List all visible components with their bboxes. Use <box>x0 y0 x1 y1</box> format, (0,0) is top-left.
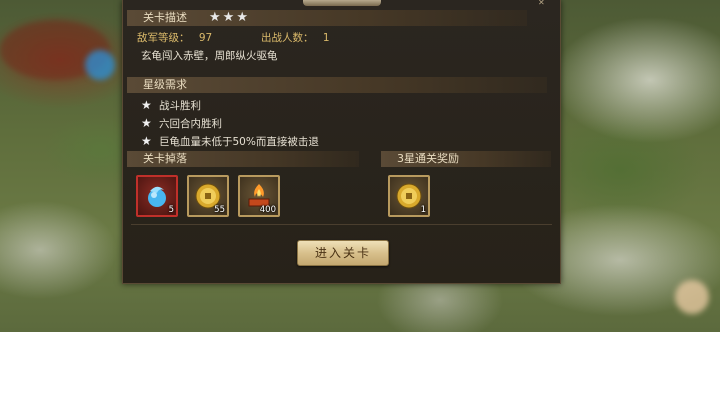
star-icon: ★ <box>209 10 221 25</box>
close-icon[interactable]: ✕ <box>538 0 552 7</box>
star-requirements-header: 星级需求 <box>127 77 547 93</box>
requirement-item: ★ 战斗胜利 <box>141 97 201 113</box>
battle-count-value: 1 <box>322 32 330 44</box>
gold-coin-icon <box>396 183 422 209</box>
enemy-level-value: 97 <box>198 32 213 44</box>
enemy-level-label: 敌军等级： <box>137 32 190 44</box>
stage-star-rating: ★ ★ ★ <box>209 11 248 25</box>
item-count: 5 <box>168 205 174 215</box>
requirement-text: 六回合内胜利 <box>159 117 222 130</box>
enter-stage-button[interactable]: 进入关卡 <box>297 240 389 266</box>
stage-description-text: 玄龟闯入赤壁，周郎纵火驱龟 <box>141 50 278 62</box>
requirement-item: ★ 巨龟血量未低于50%而直接被击退 <box>141 133 319 149</box>
reward-item-gold-coin[interactable]: 1 <box>388 175 430 217</box>
drop-item-blue-orb[interactable]: 5 <box>136 175 178 217</box>
stage-drops-header: 关卡掉落 <box>127 151 359 167</box>
requirement-item: ★ 六回合内胜利 <box>141 115 222 131</box>
stage-description-title: 关卡描述 <box>143 11 187 24</box>
three-star-reward-header: 3星通关奖励 <box>381 151 551 167</box>
item-count: 1 <box>420 205 426 215</box>
requirement-text: 巨龟血量未低于50%而直接被击退 <box>159 135 319 148</box>
star-icon: ★ <box>141 134 152 148</box>
battle-count: 出战人数： 1 <box>261 31 330 45</box>
background-blue-glow <box>85 50 115 80</box>
item-count: 55 <box>214 205 225 215</box>
stage-info-panel: ✕ 关卡描述 ★ ★ ★ 敌军等级： 97 出战人数： 1 玄龟闯入赤壁，周郎纵… <box>122 0 561 284</box>
star-icon: ★ <box>141 116 152 130</box>
item-count: 400 <box>259 205 276 215</box>
panel-divider <box>131 224 552 225</box>
star-icon: ★ <box>236 10 248 25</box>
battle-count-label: 出战人数： <box>261 32 314 44</box>
drop-item-gold-coin[interactable]: 55 <box>187 175 229 217</box>
blue-orb-icon <box>148 186 166 207</box>
background-avatar-glow <box>675 280 709 314</box>
panel-title-cap <box>303 0 381 6</box>
star-icon: ★ <box>141 98 152 112</box>
star-icon: ★ <box>222 10 235 25</box>
requirement-text: 战斗胜利 <box>159 99 201 112</box>
enemy-level: 敌军等级： 97 <box>137 31 212 45</box>
stage-description-header: 关卡描述 ★ ★ ★ <box>127 10 527 26</box>
drop-item-fire-book[interactable]: 400 <box>238 175 280 217</box>
